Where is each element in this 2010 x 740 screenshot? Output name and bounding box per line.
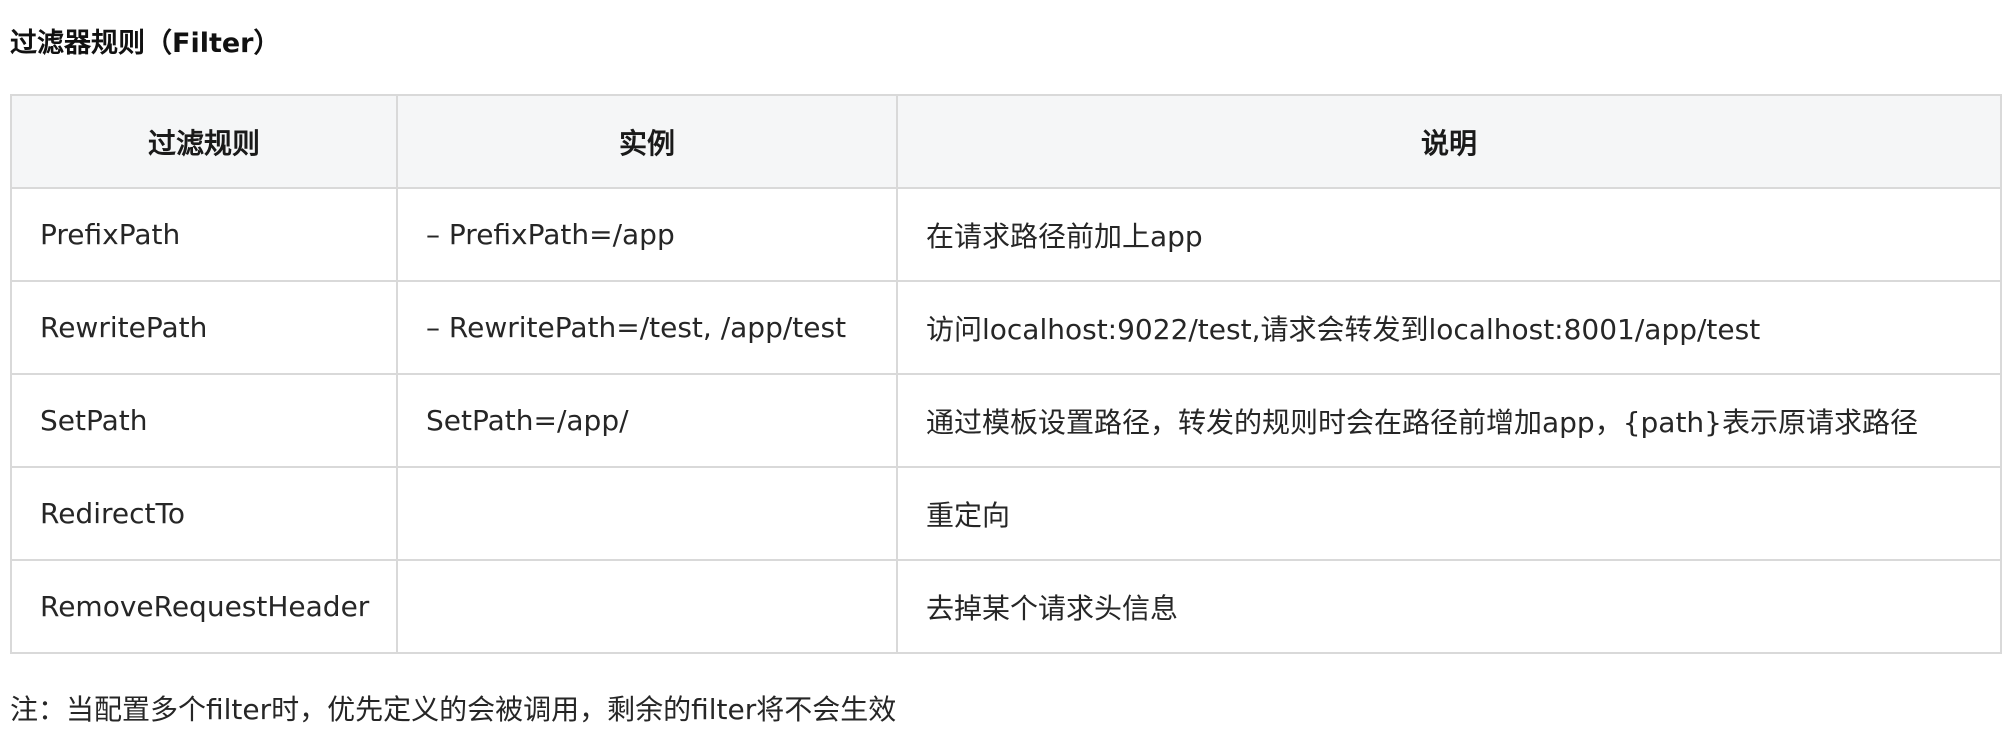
rule-cell: RewritePath (10, 280, 398, 375)
table-header-row: 过滤规则 实例 说明 (10, 94, 2002, 189)
rule-cell: PrefixPath (10, 187, 398, 282)
example-cell: – PrefixPath=/app (396, 187, 898, 282)
table-row: PrefixPath – PrefixPath=/app 在请求路径前加上app (10, 187, 2002, 282)
footnote: 注：当配置多个filter时，优先定义的会被调用，剩余的filter将不会生效 (10, 693, 897, 726)
example-cell: SetPath=/app/ (396, 373, 898, 468)
example-cell (396, 559, 898, 654)
section-heading: 过滤器规则（Filter） (10, 28, 281, 59)
description-cell: 在请求路径前加上app (896, 187, 2002, 282)
rule-cell: RedirectTo (10, 466, 398, 561)
header-description: 说明 (896, 94, 2002, 189)
filter-rules-table: 过滤规则 实例 说明 PrefixPath – PrefixPath=/app … (10, 94, 2002, 654)
table-row: RewritePath – RewritePath=/test, /app/te… (10, 280, 2002, 375)
header-example: 实例 (396, 94, 898, 189)
table-row: SetPath SetPath=/app/ 通过模板设置路径，转发的规则时会在路… (10, 373, 2002, 468)
rule-cell: RemoveRequestHeader (10, 559, 398, 654)
example-cell (396, 466, 898, 561)
header-rule: 过滤规则 (10, 94, 398, 189)
rule-cell: SetPath (10, 373, 398, 468)
description-cell: 通过模板设置路径，转发的规则时会在路径前增加app，{path}表示原请求路径 (896, 373, 2002, 468)
description-cell: 去掉某个请求头信息 (896, 559, 2002, 654)
description-cell: 重定向 (896, 466, 2002, 561)
example-cell: – RewritePath=/test, /app/test (396, 280, 898, 375)
table-row: RemoveRequestHeader 去掉某个请求头信息 (10, 559, 2002, 654)
table-row: RedirectTo 重定向 (10, 466, 2002, 561)
description-cell: 访问localhost:9022/test,请求会转发到localhost:80… (896, 280, 2002, 375)
